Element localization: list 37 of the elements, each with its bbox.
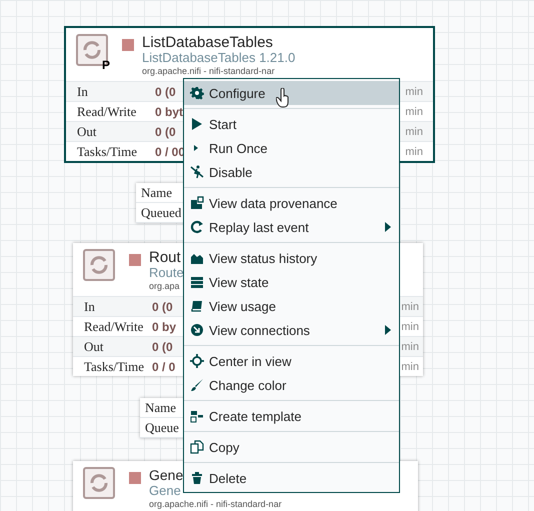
stat-value: 0 / 0 (152, 360, 176, 374)
connection-name-label: Name (141, 184, 172, 200)
processor-type-label: P (102, 58, 110, 72)
stat-period: min (405, 146, 423, 158)
stat-label: Out (76, 124, 98, 140)
queued-label: Queued (141, 204, 182, 220)
processor-type: ListDatabaseTables 1.21.0 (142, 51, 296, 65)
stat-period: min (405, 86, 423, 98)
bundle-label: org.apache.nifi - nifi-standard-nar (149, 498, 282, 510)
stat-period: min (401, 320, 419, 332)
stat-period: min (401, 340, 419, 352)
stat-label: In (83, 298, 96, 314)
stat-period: min (401, 300, 419, 312)
stat-value: 0 (0 (155, 84, 176, 98)
stat-period: min (401, 360, 419, 372)
processor-name: ListDatabaseTables (142, 34, 273, 51)
stat-period: min (405, 106, 423, 118)
queued-label: Queue (145, 420, 179, 436)
processor-type: Gene (149, 484, 181, 498)
stat-label: In (76, 84, 89, 100)
processor-type: Route (149, 266, 184, 280)
stat-period: min (405, 126, 423, 138)
stat-value: 0 (0 (155, 124, 176, 138)
stat-label: Tasks/Time (83, 358, 146, 374)
stat-label: Read/Write (83, 318, 144, 334)
connection-name-label: Name (145, 400, 176, 416)
processor-name: Rout (149, 249, 181, 266)
stat-value: 0 (0 (152, 340, 173, 354)
stat-label: Out (83, 338, 104, 354)
bundle-label: org.apa (149, 280, 180, 292)
bundle-label: org.apache.nifi - nifi-standard-nar (142, 65, 275, 77)
stat-value: 0 byt (155, 104, 184, 118)
stat-label: Tasks/Time (76, 144, 138, 160)
processor-name: Gene (149, 467, 184, 484)
stat-label: Read/Write (76, 104, 138, 120)
stat-value: 0 (0 (152, 300, 173, 314)
stat-value: 0 by (152, 320, 176, 334)
